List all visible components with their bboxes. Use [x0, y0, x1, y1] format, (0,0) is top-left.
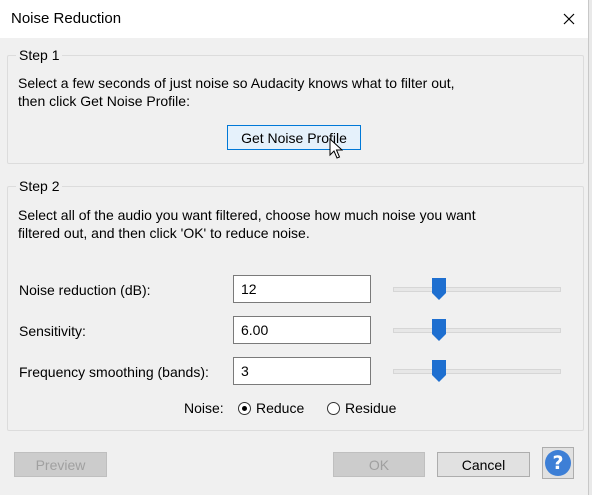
reduce-radio[interactable]: [238, 401, 251, 415]
noise-reduction-input[interactable]: 12: [233, 275, 371, 303]
slider-track: [393, 287, 561, 292]
slider-track: [393, 369, 561, 374]
noise-label-row: Noise:: [184, 400, 224, 416]
step1-legend: Step 1: [16, 47, 63, 63]
noise-reduction-label: Noise reduction (dB):: [19, 282, 151, 298]
ok-button[interactable]: OK: [333, 452, 425, 477]
sensitivity-slider[interactable]: [393, 317, 561, 345]
slider-track: [393, 328, 561, 333]
residue-radio[interactable]: [327, 401, 340, 415]
step1-description: Select a few seconds of just noise so Au…: [18, 75, 455, 109]
noise-option-reduce[interactable]: Reduce: [238, 400, 304, 416]
frequency-smoothing-input[interactable]: 3: [233, 357, 371, 385]
frequency-smoothing-label: Frequency smoothing (bands):: [19, 364, 209, 380]
window-edge: [588, 0, 592, 495]
step2-legend: Step 2: [16, 178, 63, 194]
step2-description: Select all of the audio you want filtere…: [18, 207, 476, 241]
slider-thumb[interactable]: [432, 319, 446, 341]
sensitivity-label: Sensitivity:: [19, 323, 86, 339]
close-button[interactable]: [546, 0, 592, 38]
cancel-button[interactable]: Cancel: [437, 452, 530, 477]
close-icon: [563, 13, 575, 25]
noise-label: Noise:: [184, 400, 224, 416]
help-icon: ?: [545, 450, 571, 476]
residue-label: Residue: [345, 400, 397, 416]
help-button[interactable]: ?: [542, 447, 574, 479]
window-title: Noise Reduction: [11, 10, 122, 27]
sensitivity-input[interactable]: 6.00: [233, 316, 371, 344]
slider-thumb[interactable]: [432, 278, 446, 300]
slider-thumb[interactable]: [432, 360, 446, 382]
mouse-cursor-icon: [329, 138, 343, 159]
preview-button[interactable]: Preview: [14, 452, 107, 477]
noise-reduction-slider[interactable]: [393, 276, 561, 304]
frequency-smoothing-slider[interactable]: [393, 358, 561, 386]
title-bar: Noise Reduction: [0, 0, 592, 38]
noise-option-residue[interactable]: Residue: [327, 400, 396, 416]
reduce-label: Reduce: [256, 400, 305, 416]
